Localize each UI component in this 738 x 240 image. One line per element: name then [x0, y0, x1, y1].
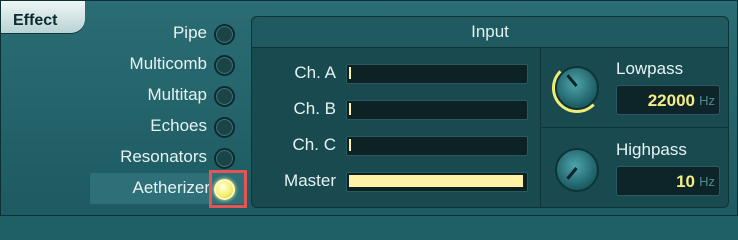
effect-item-echoes[interactable]: Echoes	[87, 111, 245, 142]
effect-item-multitap[interactable]: Multitap	[87, 80, 245, 111]
effect-tab-label: Effect	[13, 12, 58, 29]
effects-list: Pipe Multicomb Multitap Echoes Resonator…	[87, 18, 247, 208]
channel-label: Ch. C	[292, 135, 336, 154]
master-level-meter	[346, 172, 528, 192]
effect-item-label: Aetherizer	[132, 178, 210, 197]
highpass-title: Highpass	[616, 140, 687, 159]
effect-item-aetherizer[interactable]: Aetherizer	[90, 170, 247, 208]
effect-item-label: Multicomb	[129, 54, 207, 73]
knob-pointer-icon	[566, 74, 578, 87]
highpass-knob[interactable]	[555, 148, 599, 192]
channel-row-b: Ch. B	[252, 97, 532, 121]
highpass-value-field[interactable]: 10 Hz	[616, 166, 720, 196]
meter-marker	[349, 67, 351, 79]
channel-row-c: Ch. C	[252, 133, 532, 157]
meter-fill	[349, 175, 523, 187]
effect-item-pipe[interactable]: Pipe	[87, 18, 245, 49]
effect-item-multicomb[interactable]: Multicomb	[87, 49, 245, 80]
effect-item-label: Multitap	[147, 85, 207, 104]
channel-label: Ch. A	[294, 63, 336, 82]
led-indicator-icon[interactable]	[214, 117, 235, 138]
level-meter	[346, 136, 528, 156]
channel-row-a: Ch. A	[252, 61, 532, 85]
input-panel-title: Input	[252, 17, 728, 48]
effect-panel: Effect Pipe Multicomb Multitap Echoes Re…	[0, 0, 738, 216]
level-meter	[346, 100, 528, 120]
effect-item-label: Resonators	[120, 147, 207, 166]
input-panel: Input Ch. A Ch. B Ch. C Master Lowpass 2…	[251, 16, 729, 208]
level-meter	[346, 64, 528, 84]
led-indicator-icon[interactable]	[214, 55, 235, 76]
highpass-value: 10	[676, 172, 695, 191]
lowpass-unit: Hz	[699, 93, 715, 108]
effect-tab[interactable]: Effect	[1, 1, 85, 33]
meter-marker	[349, 139, 351, 151]
highpass-unit: Hz	[699, 174, 715, 189]
channel-row-master: Master	[252, 169, 532, 193]
lowpass-value-field[interactable]: 22000 Hz	[616, 85, 720, 115]
divider	[540, 127, 728, 128]
led-indicator-icon[interactable]	[214, 86, 235, 107]
selection-highlight	[209, 170, 247, 208]
lowpass-value: 22000	[647, 91, 695, 110]
led-indicator-icon[interactable]	[214, 24, 235, 45]
lowpass-title: Lowpass	[616, 59, 684, 78]
led-indicator-icon[interactable]	[214, 148, 235, 169]
lowpass-knob[interactable]	[555, 66, 599, 110]
knob-pointer-icon	[566, 167, 578, 180]
effect-item-label: Echoes	[150, 116, 207, 135]
effect-item-resonators[interactable]: Resonators	[87, 142, 245, 173]
effect-item-label: Pipe	[172, 23, 207, 42]
channel-label: Ch. B	[293, 99, 336, 118]
meter-marker	[349, 103, 351, 115]
channel-label: Master	[284, 171, 336, 190]
